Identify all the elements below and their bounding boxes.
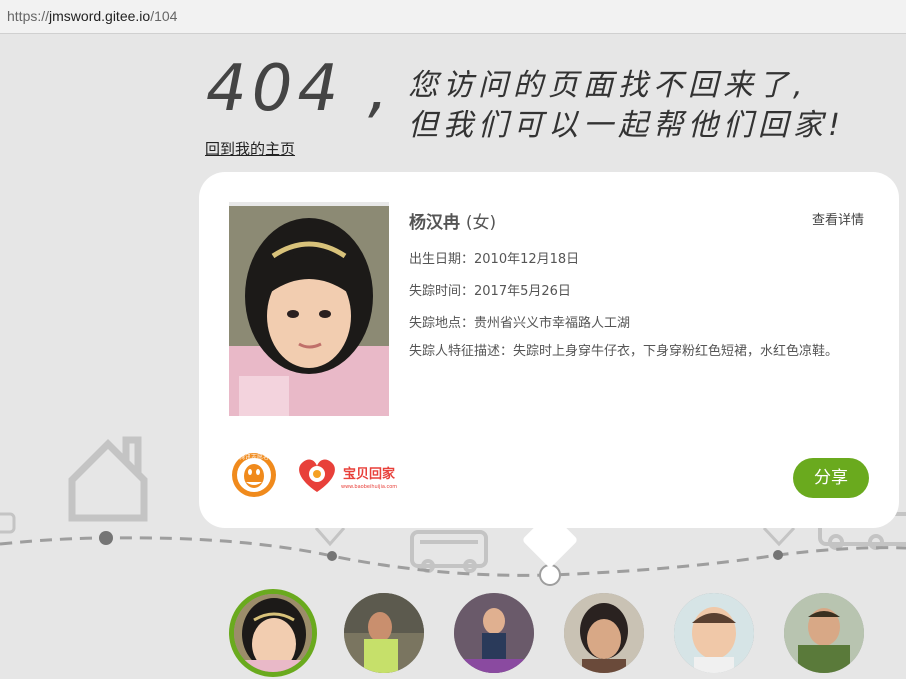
url-text[interactable]: https://jmsword.gitee.io/104: [7, 8, 177, 24]
tencent-volunteer-logo[interactable]: 腾讯志愿者: [229, 452, 279, 498]
birth-date: 出生日期：2010年12月18日: [409, 252, 580, 267]
home-link[interactable]: 回到我的主页: [205, 138, 295, 159]
thumbnail-5[interactable]: [674, 593, 754, 673]
thumbnail-3[interactable]: [454, 593, 534, 673]
child-thumbnail-list: [229, 589, 869, 679]
pin-icon-left: [314, 527, 346, 547]
missing-description: 失踪人特征描述：失踪时上身穿牛仔衣，下身穿粉红色短裙，水红色凉鞋。: [409, 344, 839, 359]
thumbnail-1[interactable]: [229, 589, 317, 677]
missing-date: 失踪时间：2017年5月26日: [409, 284, 571, 299]
error-code: 404: [206, 52, 344, 126]
svg-text:腾讯志愿者: 腾讯志愿者: [239, 453, 269, 461]
share-button[interactable]: 分享: [793, 458, 869, 498]
road-dot: [99, 531, 113, 545]
child-photo-image: [229, 206, 389, 416]
bus-icon: [410, 530, 488, 573]
pin-icon-right: [762, 526, 796, 547]
baobei-huijia-logo[interactable]: 宝贝回家 www.baobeihuijia.com: [295, 454, 405, 496]
child-gender: (女): [465, 213, 497, 233]
house-icon: [68, 436, 148, 522]
road-dot-active: [539, 564, 561, 586]
svg-text:www.baobeihuijia.com: www.baobeihuijia.com: [341, 484, 397, 490]
road-dot: [327, 551, 337, 561]
view-details-link[interactable]: 查看详情: [812, 209, 864, 228]
error-heading: 404 , 您访问的页面找不回来了, 但我们可以一起帮他们回家!: [206, 52, 906, 143]
thumbnail-2[interactable]: [344, 593, 424, 673]
thumbnail-6[interactable]: [784, 593, 864, 673]
missing-location: 失踪地点：贵州省兴义市幸福路人工湖: [409, 316, 631, 331]
bus-icon-left: [0, 512, 16, 534]
error-message-line1: 您访问的页面找不回来了,: [408, 68, 808, 103]
child-photo[interactable]: [229, 202, 389, 416]
child-name: 杨汉冉 (女): [409, 213, 497, 233]
road-dot: [773, 550, 783, 560]
missing-child-card: 杨汉冉 (女) 查看详情 出生日期：2010年12月18日 失踪时间：2017年…: [199, 172, 899, 528]
svg-text:宝贝回家: 宝贝回家: [343, 466, 396, 482]
error-comma: ,: [368, 52, 389, 126]
thumbnail-4[interactable]: [564, 593, 644, 673]
browser-address-bar[interactable]: https://jmsword.gitee.io/104: [0, 0, 906, 34]
error-message-line2: 但我们可以一起帮他们回家!: [408, 108, 846, 143]
